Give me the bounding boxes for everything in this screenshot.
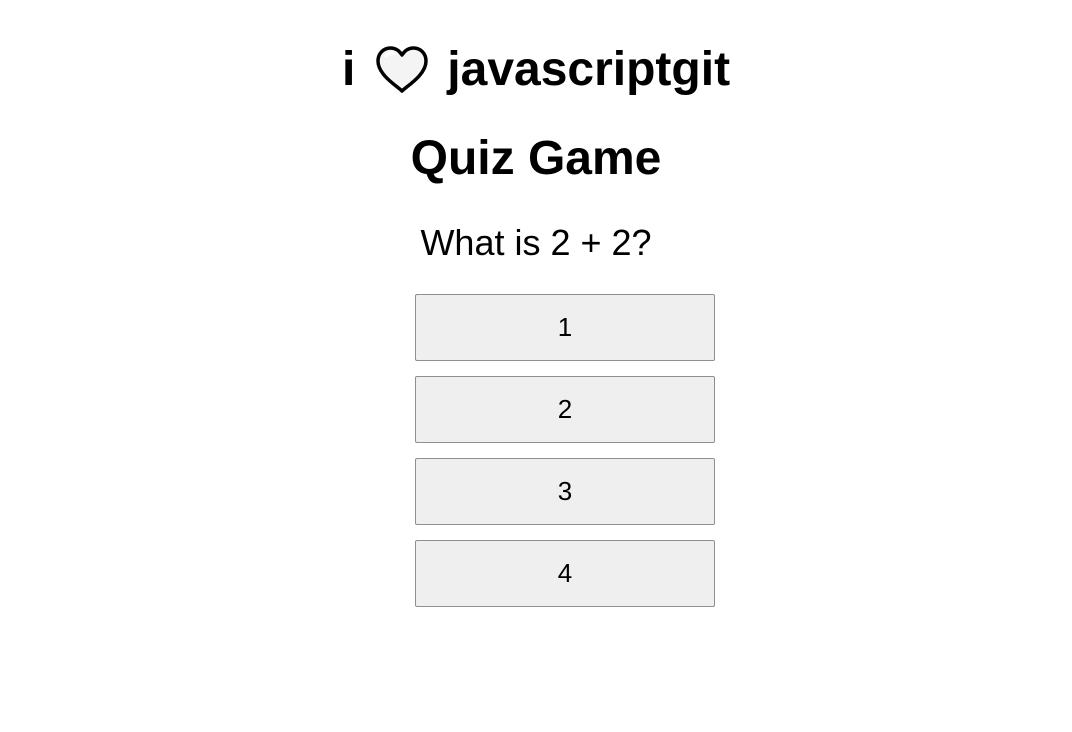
answer-list: 1 2 3 4 <box>415 294 715 622</box>
brand-suffix: javascriptgit <box>447 43 731 96</box>
question-text: What is 2 + 2? <box>420 222 652 263</box>
quiz-page: i javascriptgit Quiz Game What is 2 + 2?… <box>0 0 1072 732</box>
answer-button-4[interactable]: 4 <box>415 540 715 607</box>
answer-button-3[interactable]: 3 <box>415 458 715 525</box>
brand-prefix: i <box>341 43 356 96</box>
brand-header: i javascriptgit <box>0 40 1072 100</box>
answer-button-2[interactable]: 2 <box>415 376 715 443</box>
answer-button-1[interactable]: 1 <box>415 294 715 361</box>
quiz-title: Quiz Game <box>410 132 662 185</box>
heart-icon <box>373 44 431 96</box>
